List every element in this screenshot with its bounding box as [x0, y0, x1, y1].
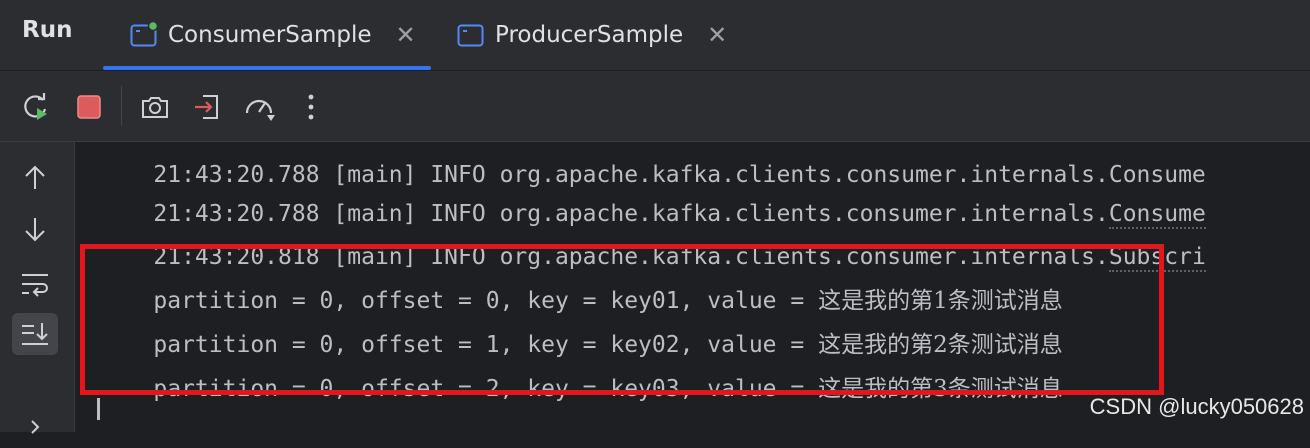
profiler-button[interactable] — [243, 90, 277, 124]
stop-icon — [77, 95, 101, 119]
run-config-icon — [130, 20, 159, 48]
chevron-right-icon — [31, 420, 40, 434]
tab-consumer-sample[interactable]: ConsumerSample ✕ — [130, 0, 416, 70]
console-side-toolbar — [0, 142, 75, 434]
exit-icon — [195, 95, 218, 119]
soft-wrap-button[interactable] — [12, 263, 58, 305]
more-button[interactable] — [294, 90, 328, 124]
record-line: partition = 0, offset = 2, key = key03, … — [153, 376, 1063, 402]
log-line-partial: 21:43:20.788 [main] INFO org.apache.kafk… — [153, 162, 1206, 188]
arrow-up-icon — [25, 165, 45, 189]
arrow-down-icon — [25, 218, 45, 242]
console-output[interactable]: 21:43:20.788 [main] INFO org.apache.kafk… — [75, 142, 1310, 432]
stop-button[interactable] — [72, 90, 106, 124]
screenshot-icon — [142, 97, 168, 118]
active-tab-indicator — [103, 66, 431, 70]
scroll-to-end-icon — [22, 323, 48, 345]
text-cursor — [97, 398, 100, 420]
log-line: 21:43:20.818 [main] INFO org.apache.kafk… — [153, 244, 1206, 272]
run-config-icon — [457, 22, 485, 48]
tab-label: ProducerSample — [495, 22, 684, 48]
watermark: CSDN @lucky050628 — [1089, 394, 1304, 419]
record-line: partition = 0, offset = 1, key = key02, … — [153, 332, 1063, 358]
tab-producer-sample[interactable]: ProducerSample ✕ — [457, 0, 727, 70]
toolbar-separator — [121, 86, 122, 126]
scroll-to-end-button[interactable] — [12, 313, 58, 355]
tab-label: ConsumerSample — [168, 22, 372, 48]
exit-button[interactable] — [190, 90, 224, 124]
run-toolbar — [0, 71, 1310, 142]
close-icon[interactable]: ✕ — [396, 23, 416, 47]
record-line: partition = 0, offset = 0, key = key01, … — [153, 288, 1063, 314]
tab-bar: Run ConsumerSample ✕ ProducerSample ✕ — [0, 0, 1310, 71]
scroll-down-button[interactable] — [12, 209, 58, 251]
soft-wrap-icon — [22, 274, 48, 297]
expand-button[interactable] — [12, 406, 58, 448]
more-icon — [308, 94, 314, 120]
profiler-icon — [245, 99, 275, 121]
screenshot-button[interactable] — [138, 90, 172, 124]
panel-title: Run — [22, 17, 73, 43]
rerun-icon — [24, 93, 47, 120]
log-line: 21:43:20.788 [main] INFO org.apache.kafk… — [153, 201, 1206, 229]
rerun-button[interactable] — [18, 90, 52, 124]
running-indicator-icon — [147, 20, 159, 32]
close-icon[interactable]: ✕ — [707, 23, 727, 47]
scroll-up-button[interactable] — [12, 156, 58, 198]
